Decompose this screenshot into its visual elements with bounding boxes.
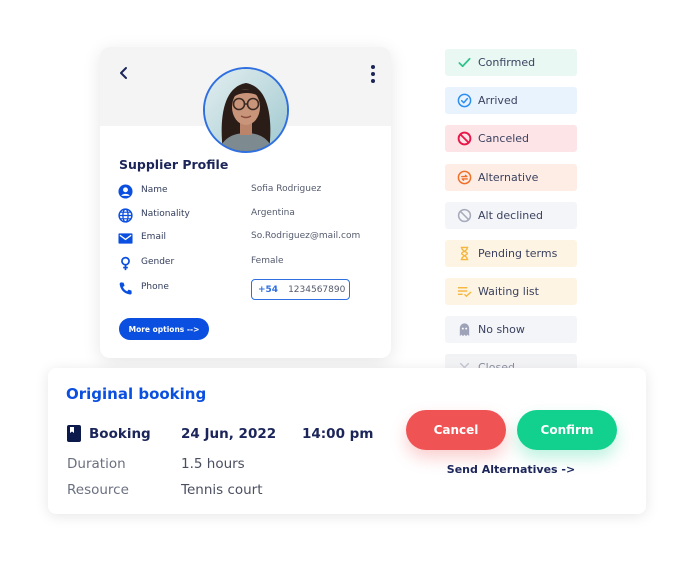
hourglass-icon	[460, 246, 469, 261]
phone-input[interactable]: +54 1234567890	[251, 279, 350, 300]
check-circle-icon	[457, 93, 472, 108]
profile-title: Supplier Profile	[119, 157, 229, 172]
profile-photo	[205, 69, 287, 151]
field-label: Phone	[141, 282, 169, 292]
duration-value: 1.5 hours	[181, 456, 245, 472]
status-alt-declined[interactable]: Alt declined	[445, 202, 577, 229]
resource-value: Tennis court	[181, 482, 263, 498]
phone-number[interactable]: 1234567890	[288, 285, 345, 295]
globe-icon	[118, 208, 133, 223]
status-label: Confirmed	[478, 56, 536, 69]
status-pending-terms[interactable]: Pending terms	[445, 240, 577, 267]
status-label: Alt declined	[478, 209, 544, 222]
booking-title: Original booking	[66, 385, 207, 403]
cancel-button[interactable]: Cancel	[406, 410, 506, 450]
chevron-left-icon	[120, 67, 127, 79]
field-value: Sofia Rodriguez	[251, 184, 322, 194]
bookmark-book-icon	[67, 425, 81, 442]
kebab-dot	[371, 79, 375, 83]
field-value: Female	[251, 256, 284, 266]
waitlist-icon	[457, 287, 472, 298]
phone-icon	[119, 282, 132, 295]
status-confirmed[interactable]: Confirmed	[445, 49, 577, 76]
field-gender: Gender Female	[118, 255, 378, 273]
mail-icon	[118, 233, 133, 244]
status-label: Canceled	[478, 132, 530, 145]
booking-time: 14:00 pm	[302, 426, 374, 442]
confirm-button[interactable]: Confirm	[517, 410, 617, 450]
user-icon	[118, 184, 133, 199]
field-value: So.Rodriguez@mail.com	[251, 231, 361, 241]
kebab-menu-icon	[371, 65, 375, 69]
female-icon	[121, 256, 130, 271]
declined-icon	[457, 208, 472, 223]
status-label: Arrived	[478, 94, 518, 107]
swap-circle-icon	[457, 170, 472, 185]
prohibited-icon	[457, 131, 472, 146]
booking-type: Booking	[89, 426, 151, 442]
status-alternative[interactable]: Alternative	[445, 164, 577, 191]
supplier-profile-card: Supplier Profile Name Sofia Rodriguez Na…	[100, 47, 391, 358]
status-arrived[interactable]: Arrived	[445, 87, 577, 114]
status-canceled[interactable]: Canceled	[445, 125, 577, 152]
ghost-icon	[459, 323, 470, 337]
status-label: No show	[478, 323, 525, 336]
field-label: Gender	[141, 257, 175, 267]
more-options-button[interactable]: More options -->	[119, 318, 209, 340]
status-no-show[interactable]: No show	[445, 316, 577, 343]
field-nationality: Nationality Argentina	[118, 207, 378, 225]
duration-label: Duration	[67, 456, 126, 472]
status-label: Waiting list	[478, 285, 539, 298]
field-label: Nationality	[141, 209, 190, 219]
check-icon	[458, 57, 471, 68]
more-menu-button[interactable]	[369, 65, 377, 83]
resource-label: Resource	[67, 482, 129, 498]
booking-date: 24 Jun, 2022	[181, 426, 277, 442]
status-waiting-list[interactable]: Waiting list	[445, 278, 577, 305]
status-label: Pending terms	[478, 247, 558, 260]
kebab-dot	[371, 72, 375, 76]
field-email: Email So.Rodriguez@mail.com	[118, 230, 378, 248]
field-label: Email	[141, 232, 166, 242]
phone-country-code[interactable]: +54	[258, 285, 278, 295]
status-label: Alternative	[478, 171, 539, 184]
field-name: Name Sofia Rodriguez	[118, 183, 378, 201]
field-value: Argentina	[251, 208, 295, 218]
back-button[interactable]	[116, 65, 132, 81]
avatar	[203, 67, 289, 153]
send-alternatives-link[interactable]: Send Alternatives ->	[430, 463, 592, 476]
original-booking-card: Original booking Booking 24 Jun, 2022 14…	[48, 368, 646, 514]
field-label: Name	[141, 185, 168, 195]
